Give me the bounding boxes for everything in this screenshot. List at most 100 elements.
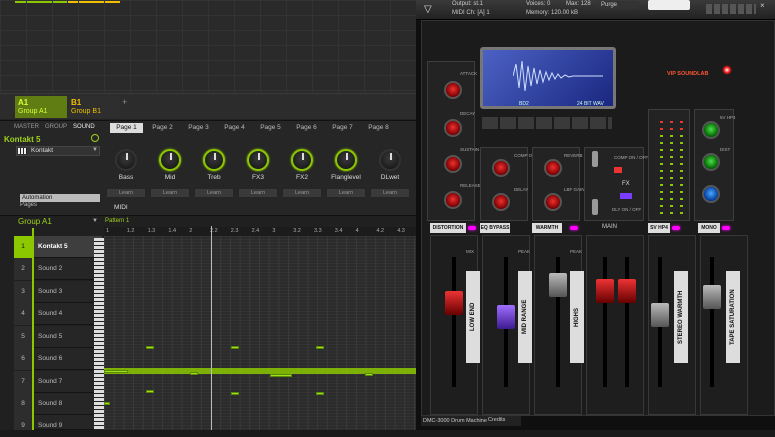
search-icon[interactable] — [91, 134, 99, 142]
tab-page-7[interactable]: Page 7 — [326, 123, 359, 133]
warmth-tag[interactable]: WARMTH — [532, 223, 562, 233]
knob-dlwet[interactable]: DLwet Learn — [368, 149, 412, 211]
learn-button[interactable]: Learn — [371, 189, 409, 197]
fx-button[interactable] — [620, 193, 632, 199]
knob-treb[interactable]: Treb Learn — [192, 149, 236, 211]
mid-range-fader[interactable] — [497, 305, 515, 329]
tab-page-6[interactable]: Page 6 — [290, 123, 323, 133]
knob-fx3[interactable]: FX3 Learn — [236, 149, 280, 211]
midi-note[interactable] — [316, 392, 324, 395]
knob-dial[interactable] — [203, 149, 225, 171]
playhead[interactable] — [211, 226, 212, 430]
volume-knob[interactable] — [702, 185, 720, 203]
learn-button[interactable]: Learn — [239, 189, 277, 197]
eq-bypass-tag[interactable]: EQ BYPASS — [480, 223, 510, 233]
knob-dial[interactable] — [159, 149, 181, 171]
dist-knob[interactable] — [702, 153, 720, 171]
sv-hp4-tag[interactable]: SV HP4 — [648, 223, 670, 233]
tab-page-8[interactable]: Page 8 — [362, 123, 395, 133]
sound-row[interactable]: 8 Sound 8 — [14, 393, 102, 415]
sound-row[interactable]: 2 Sound 2 — [14, 258, 102, 280]
midi-channel-field[interactable]: MIDI Ch: [A] 1 — [452, 10, 490, 16]
tab-page-5[interactable]: Page 5 — [254, 123, 287, 133]
tab-group[interactable]: GROUP — [45, 124, 67, 132]
add-group-button[interactable]: + — [122, 97, 127, 107]
sample-buttons[interactable] — [482, 117, 612, 129]
pattern-name[interactable]: Pattern 1 — [105, 218, 129, 224]
sound-row[interactable]: 5 Sound 5 — [14, 326, 102, 348]
group-b1-button[interactable]: B1 Group B1 — [68, 96, 120, 118]
sound-row[interactable]: 1 Kontakt 5 — [14, 236, 102, 258]
sound-row[interactable]: 3 Sound 3 — [14, 281, 102, 303]
low-end-fader[interactable] — [445, 291, 463, 315]
tab-sound[interactable]: SOUND — [73, 124, 95, 132]
reverb-knob[interactable] — [544, 159, 562, 177]
highs-fader[interactable] — [549, 273, 567, 297]
midi-note[interactable] — [316, 346, 324, 349]
close-icon[interactable]: × — [760, 1, 765, 10]
arranger-area[interactable] — [0, 0, 416, 93]
lbf-gain-knob[interactable] — [544, 193, 562, 211]
stereo-warmth-fader[interactable] — [651, 303, 669, 327]
knob-dial[interactable] — [115, 149, 137, 171]
knob-dial[interactable] — [291, 149, 313, 171]
hp4-knob[interactable] — [702, 121, 720, 139]
meter-segment — [680, 128, 683, 130]
mono-tag[interactable]: MONO — [698, 223, 720, 233]
midi-note[interactable] — [146, 346, 154, 349]
sound-row[interactable]: 7 Sound 7 — [14, 371, 102, 393]
knob-dial[interactable] — [335, 149, 357, 171]
sound-row[interactable]: 4 Sound 4 — [14, 303, 102, 325]
midi-note[interactable] — [231, 346, 239, 349]
decay-knob[interactable] — [444, 119, 462, 137]
piano-keys[interactable] — [94, 238, 104, 430]
delay-toggle[interactable] — [592, 199, 598, 215]
knob-fx2[interactable]: FX2 Learn — [280, 149, 324, 211]
learn-button[interactable]: Learn — [327, 189, 365, 197]
midi-note[interactable] — [104, 402, 110, 405]
chevron-down-icon[interactable]: ▼ — [92, 147, 98, 153]
learn-button[interactable]: Learn — [107, 189, 145, 197]
max-voices-field[interactable]: Max: 128 — [566, 1, 591, 7]
purge-button[interactable]: Purge — [599, 1, 639, 9]
attack-knob[interactable] — [444, 81, 462, 99]
knob-mid[interactable]: Mid Learn — [148, 149, 192, 211]
credits-tab[interactable]: Credits — [488, 417, 505, 423]
automation-button[interactable]: Automation — [20, 194, 100, 202]
tune-display[interactable] — [648, 0, 690, 10]
knob-dial[interactable] — [247, 149, 269, 171]
tab-page-1[interactable]: Page 1 — [110, 123, 143, 133]
learn-button[interactable]: Learn — [195, 189, 233, 197]
sound-row[interactable]: 9 Sound 9 — [14, 415, 102, 430]
delay-knob[interactable] — [492, 193, 510, 211]
tab-master[interactable]: MASTER — [14, 124, 39, 132]
midi-note[interactable] — [146, 390, 154, 393]
chevron-down-icon[interactable]: ▼ — [92, 218, 98, 224]
comp-out-knob[interactable] — [492, 159, 510, 177]
learn-button[interactable]: Learn — [283, 189, 321, 197]
knob-dial[interactable] — [379, 149, 401, 171]
sound-row[interactable]: 6 Sound 6 — [14, 348, 102, 370]
comp-toggle[interactable] — [592, 151, 598, 167]
distortion-tag[interactable]: DISTORTION — [430, 223, 466, 233]
tape-saturation-fader[interactable] — [703, 285, 721, 309]
tab-page-3[interactable]: Page 3 — [182, 123, 215, 133]
knob-flanglevel[interactable]: Flanglevel Learn — [324, 149, 368, 211]
tab-page-4[interactable]: Page 4 — [218, 123, 251, 133]
midi-note[interactable] — [231, 392, 239, 395]
main-fader-right[interactable] — [618, 279, 636, 303]
output-field[interactable]: Output: st.1 — [452, 1, 483, 7]
midi-note[interactable] — [190, 372, 198, 375]
learn-button[interactable]: Learn — [151, 189, 189, 197]
tab-page-2[interactable]: Page 2 — [146, 123, 179, 133]
midi-note[interactable] — [104, 370, 128, 373]
plugin-select[interactable]: Kontakt — [16, 146, 100, 156]
group-a1-button[interactable]: A1 Group A1 — [15, 96, 67, 118]
piano-roll-grid[interactable] — [104, 236, 416, 430]
release-knob[interactable] — [444, 191, 462, 209]
midi-note[interactable] — [270, 374, 292, 377]
main-fader-left[interactable] — [596, 279, 614, 303]
knob-bass[interactable]: Bass Learn — [104, 149, 148, 211]
midi-note[interactable] — [365, 373, 373, 376]
sustain-knob[interactable] — [444, 155, 462, 173]
